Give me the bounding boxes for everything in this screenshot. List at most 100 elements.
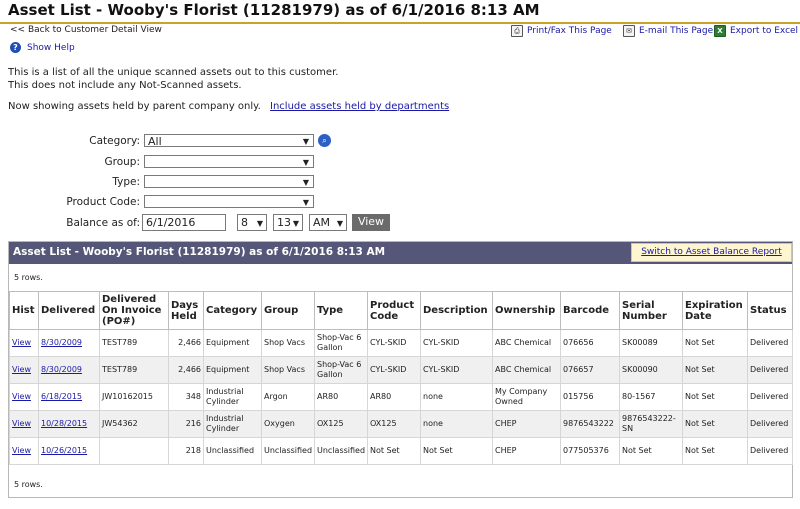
table-cell: SK00089	[619, 329, 683, 357]
table-cell: Delivered	[747, 410, 793, 438]
table-cell: Shop-Vac 6 Gallon	[314, 356, 368, 384]
table-cell: 348	[168, 383, 204, 411]
delivered-date-link[interactable]: 10/26/2015	[41, 446, 87, 455]
table-cell: 2,466	[168, 329, 204, 357]
hour-select[interactable]: 8 ▼	[237, 214, 267, 231]
switch-report-box: Switch to Asset Balance Report	[631, 243, 792, 262]
view-history-link[interactable]: View	[12, 446, 31, 455]
table-cell: Unclassified	[314, 437, 368, 465]
column-header: Expiration Date	[682, 291, 748, 330]
back-to-customer-link[interactable]: << Back to Customer Detail View	[10, 25, 162, 35]
include-departments-link[interactable]: Include assets held by departments	[270, 101, 449, 112]
table-cell: Delivered	[747, 383, 793, 411]
category-select[interactable]: All ▼	[144, 134, 314, 148]
category-label: Category:	[89, 135, 140, 147]
table-cell: Oxygen	[261, 410, 315, 438]
balance-as-of-label: Balance as of:	[66, 217, 140, 229]
table-cell: 216	[168, 410, 204, 438]
table-cell: none	[420, 410, 493, 438]
ampm-select-value: AM	[313, 216, 331, 229]
chevron-down-icon: ▼	[302, 137, 309, 146]
email-page-button[interactable]: ✉ E-mail This Page	[623, 25, 713, 37]
table-cell: View	[9, 437, 39, 465]
table-cell: Industrial Cylinder	[203, 410, 262, 438]
column-header: Type	[314, 291, 368, 330]
product-code-label: Product Code:	[66, 196, 140, 208]
type-select[interactable]: ▼	[144, 175, 314, 188]
minute-select[interactable]: 13 ▼	[273, 214, 303, 231]
table-cell: 077505376	[560, 437, 620, 465]
table-cell: 10/26/2015	[38, 437, 100, 465]
table-cell: CHEP	[492, 410, 561, 438]
switch-asset-balance-link[interactable]: Switch to Asset Balance Report	[641, 247, 782, 257]
table-cell: My Company Owned	[492, 383, 561, 411]
chevron-down-icon: ▼	[302, 198, 309, 207]
table-cell: Delivered	[747, 356, 793, 384]
view-history-link[interactable]: View	[12, 419, 31, 428]
view-history-link[interactable]: View	[12, 338, 31, 347]
table-cell: AR80	[367, 383, 421, 411]
table-cell: 9876543222	[560, 410, 620, 438]
column-header: Delivered On Invoice (PO#)	[99, 291, 169, 330]
ampm-select[interactable]: AM ▼	[309, 214, 347, 231]
hour-select-value: 8	[241, 216, 248, 229]
table-cell: Shop Vacs	[261, 329, 315, 357]
table-cell: 6/18/2015	[38, 383, 100, 411]
table-cell: 2,466	[168, 356, 204, 384]
table-cell: 80-1567	[619, 383, 683, 411]
column-header: Days Held	[168, 291, 204, 330]
group-select[interactable]: ▼	[144, 155, 314, 168]
column-header: Barcode	[560, 291, 620, 330]
table-row: View 10/28/2015 JW54362 216 Industrial Cylin…	[9, 410, 793, 438]
table-cell: Unclassified	[261, 437, 315, 465]
table-row: View 8/30/2009 TEST789 2,466 Equipment Shop V…	[9, 329, 793, 357]
table-cell: CYL-SKID	[367, 329, 421, 357]
table-cell: Not Set	[682, 383, 748, 411]
envelope-icon: ✉	[623, 25, 635, 37]
asset-table: Hist Delivered Delivered On Invoice (PO#) D…	[9, 291, 793, 465]
balance-date-input[interactable]: 6/1/2016	[142, 214, 226, 231]
table-row: View 10/26/2015 218 Unclassified Unclassifie…	[9, 437, 793, 465]
table-cell: none	[420, 383, 493, 411]
table-cell: View	[9, 356, 39, 384]
rows-count-top: 5 rows.	[14, 273, 43, 282]
print-fax-button[interactable]: ⎙ Print/Fax This Page	[511, 25, 612, 37]
category-select-value: All	[148, 135, 162, 148]
table-cell: Not Set	[682, 410, 748, 438]
table-cell: OX125	[314, 410, 368, 438]
table-cell: 076656	[560, 329, 620, 357]
print-fax-label: Print/Fax This Page	[527, 26, 612, 36]
parent-company-text: Now showing assets held by parent compan…	[8, 101, 261, 112]
column-header: Group	[261, 291, 315, 330]
table-cell: Not Set	[682, 356, 748, 384]
search-icon[interactable]: ⌕	[318, 134, 331, 147]
intro-line-1: This is a list of all the unique scanned…	[8, 67, 339, 78]
table-cell: OX125	[367, 410, 421, 438]
type-label: Type:	[112, 176, 140, 188]
table-cell: SK00090	[619, 356, 683, 384]
intro-line-2: This does not include any Not-Scanned as…	[8, 80, 242, 91]
table-cell: View	[9, 329, 39, 357]
table-cell: 10/28/2015	[38, 410, 100, 438]
group-label: Group:	[104, 156, 140, 168]
view-button[interactable]: View	[352, 214, 390, 231]
view-history-link[interactable]: View	[12, 365, 31, 374]
show-help-link[interactable]: ? Show Help	[10, 42, 75, 53]
table-cell: Unclassified	[203, 437, 262, 465]
delivered-date-link[interactable]: 10/28/2015	[41, 419, 87, 428]
export-excel-button[interactable]: X Export to Excel	[714, 25, 798, 37]
table-cell: Equipment	[203, 329, 262, 357]
table-cell: Argon	[261, 383, 315, 411]
product-code-select[interactable]: ▼	[144, 195, 314, 208]
delivered-date-link[interactable]: 8/30/2009	[41, 338, 82, 347]
table-cell: 218	[168, 437, 204, 465]
table-cell: 015756	[560, 383, 620, 411]
delivered-date-link[interactable]: 8/30/2009	[41, 365, 82, 374]
table-cell: Not Set	[420, 437, 493, 465]
table-header-row: Hist Delivered Delivered On Invoice (PO#) D…	[9, 291, 793, 330]
view-history-link[interactable]: View	[12, 392, 31, 401]
table-cell: TEST789	[99, 356, 169, 384]
table-cell: JW10162015	[99, 383, 169, 411]
printer-icon: ⎙	[511, 25, 523, 37]
delivered-date-link[interactable]: 6/18/2015	[41, 392, 82, 401]
